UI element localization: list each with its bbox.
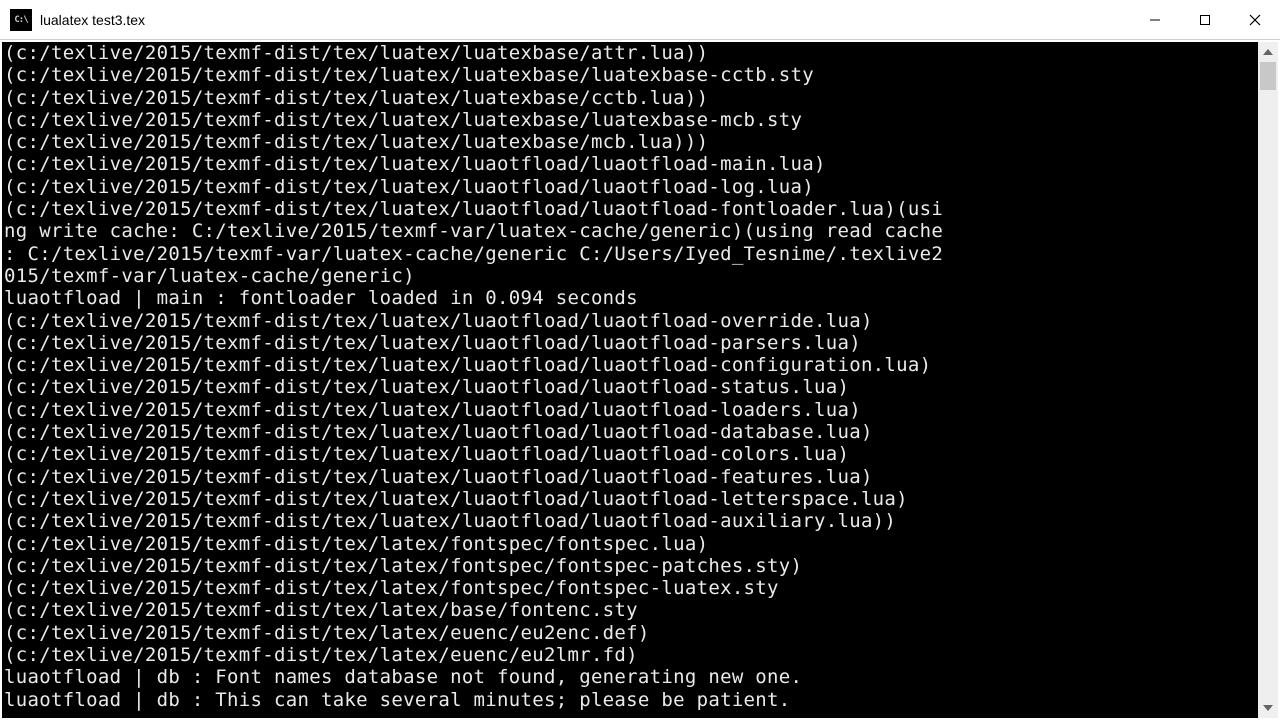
console-line: (c:/texlive/2015/texmf-dist/tex/luatex/l… <box>4 510 1258 532</box>
console-line: (c:/texlive/2015/texmf-dist/tex/luatex/l… <box>4 310 1258 332</box>
console-line: (c:/texlive/2015/texmf-dist/tex/latex/fo… <box>4 577 1258 599</box>
close-button[interactable] <box>1230 0 1280 39</box>
console-line: (c:/texlive/2015/texmf-dist/tex/latex/eu… <box>4 644 1258 666</box>
chevron-up-icon <box>1263 49 1273 55</box>
console-line: (c:/texlive/2015/texmf-dist/tex/luatex/l… <box>4 443 1258 465</box>
console-line: (c:/texlive/2015/texmf-dist/tex/luatex/l… <box>4 153 1258 175</box>
console-line: (c:/texlive/2015/texmf-dist/tex/luatex/l… <box>4 466 1258 488</box>
console-line: (c:/texlive/2015/texmf-dist/tex/luatex/l… <box>4 198 1258 220</box>
scrollbar[interactable] <box>1258 42 1278 718</box>
console-output[interactable]: (c:/texlive/2015/texmf-dist/tex/luatex/l… <box>2 42 1258 718</box>
console-line: (c:/texlive/2015/texmf-dist/tex/luatex/l… <box>4 64 1258 86</box>
window-title: lualatex test3.tex <box>40 12 145 28</box>
console-line: (c:/texlive/2015/texmf-dist/tex/latex/fo… <box>4 533 1258 555</box>
console-line: (c:/texlive/2015/texmf-dist/tex/luatex/l… <box>4 42 1258 64</box>
console-line: luaotfload | main : fontloader loaded in… <box>4 287 1258 309</box>
console-line: (c:/texlive/2015/texmf-dist/tex/luatex/l… <box>4 399 1258 421</box>
console-line: : C:/texlive/2015/texmf-var/luatex-cache… <box>4 243 1258 265</box>
console-line: luaotfload | db : This can take several … <box>4 689 1258 711</box>
scroll-up-arrow[interactable] <box>1258 42 1278 62</box>
console-line: (c:/texlive/2015/texmf-dist/tex/luatex/l… <box>4 109 1258 131</box>
maximize-button[interactable] <box>1180 0 1230 39</box>
console-line: (c:/texlive/2015/texmf-dist/tex/luatex/l… <box>4 421 1258 443</box>
console-line: ng write cache: C:/texlive/2015/texmf-va… <box>4 220 1258 242</box>
titlebar-controls <box>1130 0 1280 39</box>
scroll-thumb[interactable] <box>1260 62 1276 90</box>
scroll-down-arrow[interactable] <box>1258 698 1278 718</box>
console-line: 015/texmf-var/luatex-cache/generic) <box>4 265 1258 287</box>
console-line: (c:/texlive/2015/texmf-dist/tex/latex/fo… <box>4 555 1258 577</box>
console-line: (c:/texlive/2015/texmf-dist/tex/luatex/l… <box>4 354 1258 376</box>
console-line: (c:/texlive/2015/texmf-dist/tex/luatex/l… <box>4 87 1258 109</box>
console-line: luaotfload | db : Font names database no… <box>4 666 1258 688</box>
app-icon: C:\ <box>10 9 32 31</box>
console-line: (c:/texlive/2015/texmf-dist/tex/luatex/l… <box>4 176 1258 198</box>
close-icon <box>1249 14 1261 26</box>
console-line: (c:/texlive/2015/texmf-dist/tex/luatex/l… <box>4 488 1258 510</box>
chevron-down-icon <box>1263 705 1273 711</box>
scroll-track[interactable] <box>1258 62 1278 698</box>
titlebar[interactable]: C:\ lualatex test3.tex <box>0 0 1280 40</box>
console-line: (c:/texlive/2015/texmf-dist/tex/latex/ba… <box>4 599 1258 621</box>
console-line: (c:/texlive/2015/texmf-dist/tex/luatex/l… <box>4 332 1258 354</box>
maximize-icon <box>1199 14 1211 26</box>
console-line: (c:/texlive/2015/texmf-dist/tex/latex/eu… <box>4 622 1258 644</box>
console-line: (c:/texlive/2015/texmf-dist/tex/luatex/l… <box>4 131 1258 153</box>
minimize-icon <box>1149 14 1161 26</box>
console-line: (c:/texlive/2015/texmf-dist/tex/luatex/l… <box>4 376 1258 398</box>
console-area: (c:/texlive/2015/texmf-dist/tex/luatex/l… <box>0 40 1280 720</box>
minimize-button[interactable] <box>1130 0 1180 39</box>
